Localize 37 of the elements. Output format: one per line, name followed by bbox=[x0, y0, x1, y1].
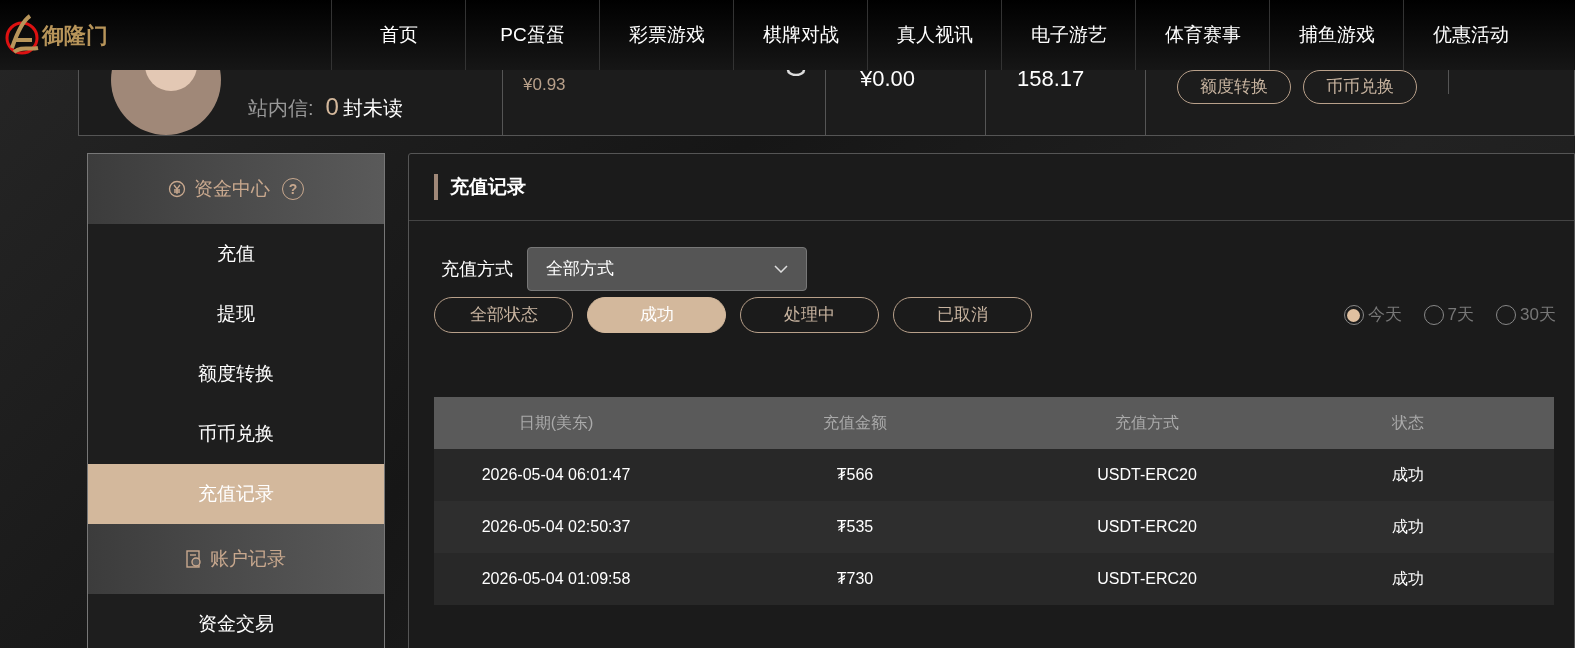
sidebar-group-title: 账户记录 bbox=[210, 546, 286, 571]
table-cell-text: 成功 bbox=[1391, 465, 1425, 485]
column-header: 充值方式 bbox=[1114, 413, 1180, 433]
logo-text: 御隆门 bbox=[42, 21, 108, 50]
table-cell-text: ₮535 bbox=[835, 517, 875, 537]
table-cell-text: USDT-ERC20 bbox=[1096, 517, 1198, 537]
messages-label: 站内信: bbox=[248, 96, 314, 121]
chevron-down-icon bbox=[774, 265, 788, 273]
table-cell-text: 2026-05-04 06:01:47 bbox=[480, 465, 632, 485]
range-radio[interactable]: 今天 bbox=[1343, 302, 1402, 328]
unread-count: 0 bbox=[325, 92, 339, 122]
sidebar-item[interactable]: 币币兑换 bbox=[88, 404, 384, 464]
sidebar-item[interactable]: 额度转换 bbox=[88, 344, 384, 404]
sidebar-item[interactable]: 资金交易 bbox=[88, 594, 384, 648]
table-cell-text: 2026-05-04 01:09:58 bbox=[480, 569, 632, 589]
balance-amount: ¥0.93 bbox=[523, 74, 566, 96]
page-title: 充值记录 bbox=[450, 174, 526, 199]
method-dropdown[interactable]: 全部方式 bbox=[527, 247, 807, 291]
sidebar-item[interactable]: 充值 bbox=[88, 224, 384, 284]
column-header: 状态 bbox=[1391, 413, 1425, 433]
column-header: 日期(美东) bbox=[517, 413, 595, 433]
table-cell-text: ₮730 bbox=[835, 569, 875, 589]
record-icon bbox=[186, 550, 202, 568]
sidebar-group-title: 资金中心 bbox=[194, 176, 270, 201]
table-cell-text: 成功 bbox=[1391, 569, 1425, 589]
table-cell-text: 成功 bbox=[1391, 517, 1425, 537]
table-cell-text: 2026-05-04 02:50:37 bbox=[480, 517, 632, 537]
unread-label: 封未读 bbox=[342, 96, 403, 121]
range-radio[interactable]: 7天 bbox=[1423, 302, 1475, 328]
yuan-icon bbox=[168, 180, 186, 198]
method-label: 充值方式 bbox=[441, 257, 513, 281]
table-cell-text: USDT-ERC20 bbox=[1096, 569, 1198, 589]
table-cell-text: ₮566 bbox=[835, 465, 875, 485]
sidebar-item[interactable]: 提现 bbox=[88, 284, 384, 344]
range-radio[interactable]: 30天 bbox=[1496, 302, 1556, 328]
table-cell-text: USDT-ERC20 bbox=[1096, 465, 1198, 485]
column-header: 充值金额 bbox=[822, 413, 888, 433]
